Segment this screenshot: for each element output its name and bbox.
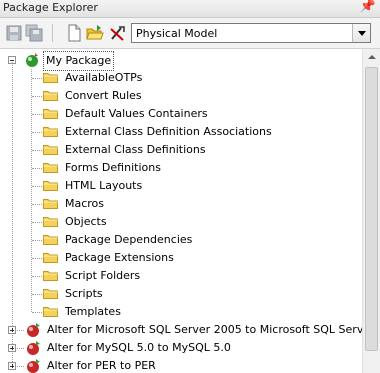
tree-connector bbox=[32, 312, 42, 313]
tree-folder-item[interactable]: Package Dependencies bbox=[0, 231, 362, 249]
tree-connector bbox=[17, 330, 24, 331]
tree-folder-label: Scripts bbox=[65, 287, 103, 300]
tree-connector bbox=[32, 204, 42, 205]
tree-root-label: My Package bbox=[43, 51, 115, 71]
tree-connector bbox=[32, 276, 42, 277]
folder-icon bbox=[43, 181, 58, 191]
tree-connector bbox=[32, 186, 42, 187]
tree-folder-item[interactable]: Default Values Containers bbox=[0, 105, 362, 123]
tree-connector bbox=[32, 150, 42, 151]
tree-folder-item[interactable]: Script Folders bbox=[0, 267, 362, 285]
alter-package-icon bbox=[27, 359, 40, 373]
folder-icon bbox=[43, 199, 58, 209]
model-select[interactable]: Physical Model bbox=[131, 23, 371, 43]
tree-folder-label: AvailableOTPs bbox=[65, 71, 143, 84]
folder-icon bbox=[43, 289, 58, 299]
tree-folder-item[interactable]: Package Extensions bbox=[0, 249, 362, 267]
tree-folder-label: Package Extensions bbox=[65, 251, 174, 264]
tree-folder-item[interactable]: Objects bbox=[0, 213, 362, 231]
tree-connector bbox=[17, 366, 24, 367]
expand-icon[interactable] bbox=[8, 362, 16, 370]
tree-connector bbox=[32, 132, 42, 133]
tree-connector bbox=[32, 114, 42, 115]
tree-folder-label: Default Values Containers bbox=[65, 107, 208, 120]
tree-root-my-package[interactable]: My Package bbox=[0, 51, 362, 71]
tree-package-item[interactable]: Alter for PER to PER bbox=[0, 357, 362, 373]
tree-folder-label: Convert Rules bbox=[65, 89, 142, 102]
tree-folder-item[interactable]: Scripts bbox=[0, 285, 362, 303]
tree-folder-label: HTML Layouts bbox=[65, 179, 143, 192]
tree-connector bbox=[32, 258, 42, 259]
folder-icon bbox=[43, 73, 58, 83]
tree-folder-label: External Class Definition Associations bbox=[65, 125, 272, 138]
tree-package-label: Alter for Microsoft SQL Server 2005 to M… bbox=[47, 323, 362, 336]
scroll-up-icon[interactable] bbox=[363, 49, 380, 66]
expand-icon[interactable] bbox=[8, 326, 16, 334]
save-all-icon[interactable] bbox=[25, 24, 43, 42]
tree-folder-item[interactable]: External Class Definition Associations bbox=[0, 123, 362, 141]
folder-icon bbox=[43, 163, 58, 173]
folder-icon bbox=[43, 217, 58, 227]
tree-folder-item[interactable]: Macros bbox=[0, 195, 362, 213]
tree-connector bbox=[32, 294, 42, 295]
tree-folder-label: Package Dependencies bbox=[65, 233, 193, 246]
alter-package-icon bbox=[27, 323, 40, 337]
folder-icon bbox=[43, 271, 58, 281]
tree-folder-item[interactable]: Forms Definitions bbox=[0, 159, 362, 177]
tree-folder-item[interactable]: Templates bbox=[0, 303, 362, 321]
package-icon bbox=[26, 53, 38, 67]
title-bar: Package Explorer 📌 bbox=[0, 0, 380, 18]
folder-icon bbox=[43, 145, 58, 155]
tree-package-label: Alter for MySQL 5.0 to MySQL 5.0 bbox=[47, 341, 231, 354]
expand-icon[interactable] bbox=[8, 344, 16, 352]
tree-folder-label: Objects bbox=[65, 215, 107, 228]
folder-icon bbox=[43, 253, 58, 263]
scrollbar-thumb[interactable] bbox=[365, 67, 378, 351]
tree-folder-label: External Class Definitions bbox=[65, 143, 206, 156]
tree-connector bbox=[32, 96, 42, 97]
tree-connector bbox=[32, 78, 42, 79]
tree-folder-item[interactable]: Convert Rules bbox=[0, 87, 362, 105]
toolbar: Physical Model bbox=[0, 18, 380, 49]
chevron-down-icon[interactable] bbox=[352, 24, 370, 42]
pin-icon[interactable]: 📌 bbox=[360, 0, 376, 14]
package-explorer-window: Package Explorer 📌 Physical Model My Pac… bbox=[0, 0, 380, 373]
toolbar-separator bbox=[52, 24, 53, 42]
tree-connector bbox=[32, 168, 42, 169]
open-folder-icon[interactable] bbox=[86, 24, 104, 42]
folder-icon bbox=[43, 235, 58, 245]
folder-icon bbox=[43, 307, 58, 317]
tree-folder-label: Macros bbox=[65, 197, 105, 210]
new-document-icon[interactable] bbox=[65, 24, 83, 42]
tree-folder-label: Script Folders bbox=[65, 269, 141, 282]
folder-icon bbox=[43, 91, 58, 101]
tree-package-item[interactable]: Alter for MySQL 5.0 to MySQL 5.0 bbox=[0, 339, 362, 357]
alter-package-icon bbox=[27, 341, 40, 355]
save-icon[interactable] bbox=[5, 24, 23, 42]
tree-package-item[interactable]: Alter for Microsoft SQL Server 2005 to M… bbox=[0, 321, 362, 339]
tree-package-label: Alter for PER to PER bbox=[47, 359, 156, 372]
folder-icon bbox=[43, 127, 58, 137]
tree-connector bbox=[32, 222, 42, 223]
tree-connector bbox=[32, 240, 42, 241]
folder-icon bbox=[43, 109, 58, 119]
vertical-scrollbar[interactable] bbox=[362, 49, 380, 373]
tree-folder-item[interactable]: External Class Definitions bbox=[0, 141, 362, 159]
check-in-icon[interactable] bbox=[109, 24, 127, 42]
tree-folder-label: Templates bbox=[65, 305, 121, 318]
model-select-value: Physical Model bbox=[136, 27, 218, 40]
window-title: Package Explorer bbox=[3, 1, 98, 14]
tree-folder-item[interactable]: HTML Layouts bbox=[0, 177, 362, 195]
package-tree: My Package AvailableOTPs Convert Rules Def… bbox=[0, 49, 362, 373]
tree-folder-label: Forms Definitions bbox=[65, 161, 161, 174]
tree-connector bbox=[17, 348, 24, 349]
tree-folder-item[interactable]: AvailableOTPs bbox=[0, 69, 362, 87]
